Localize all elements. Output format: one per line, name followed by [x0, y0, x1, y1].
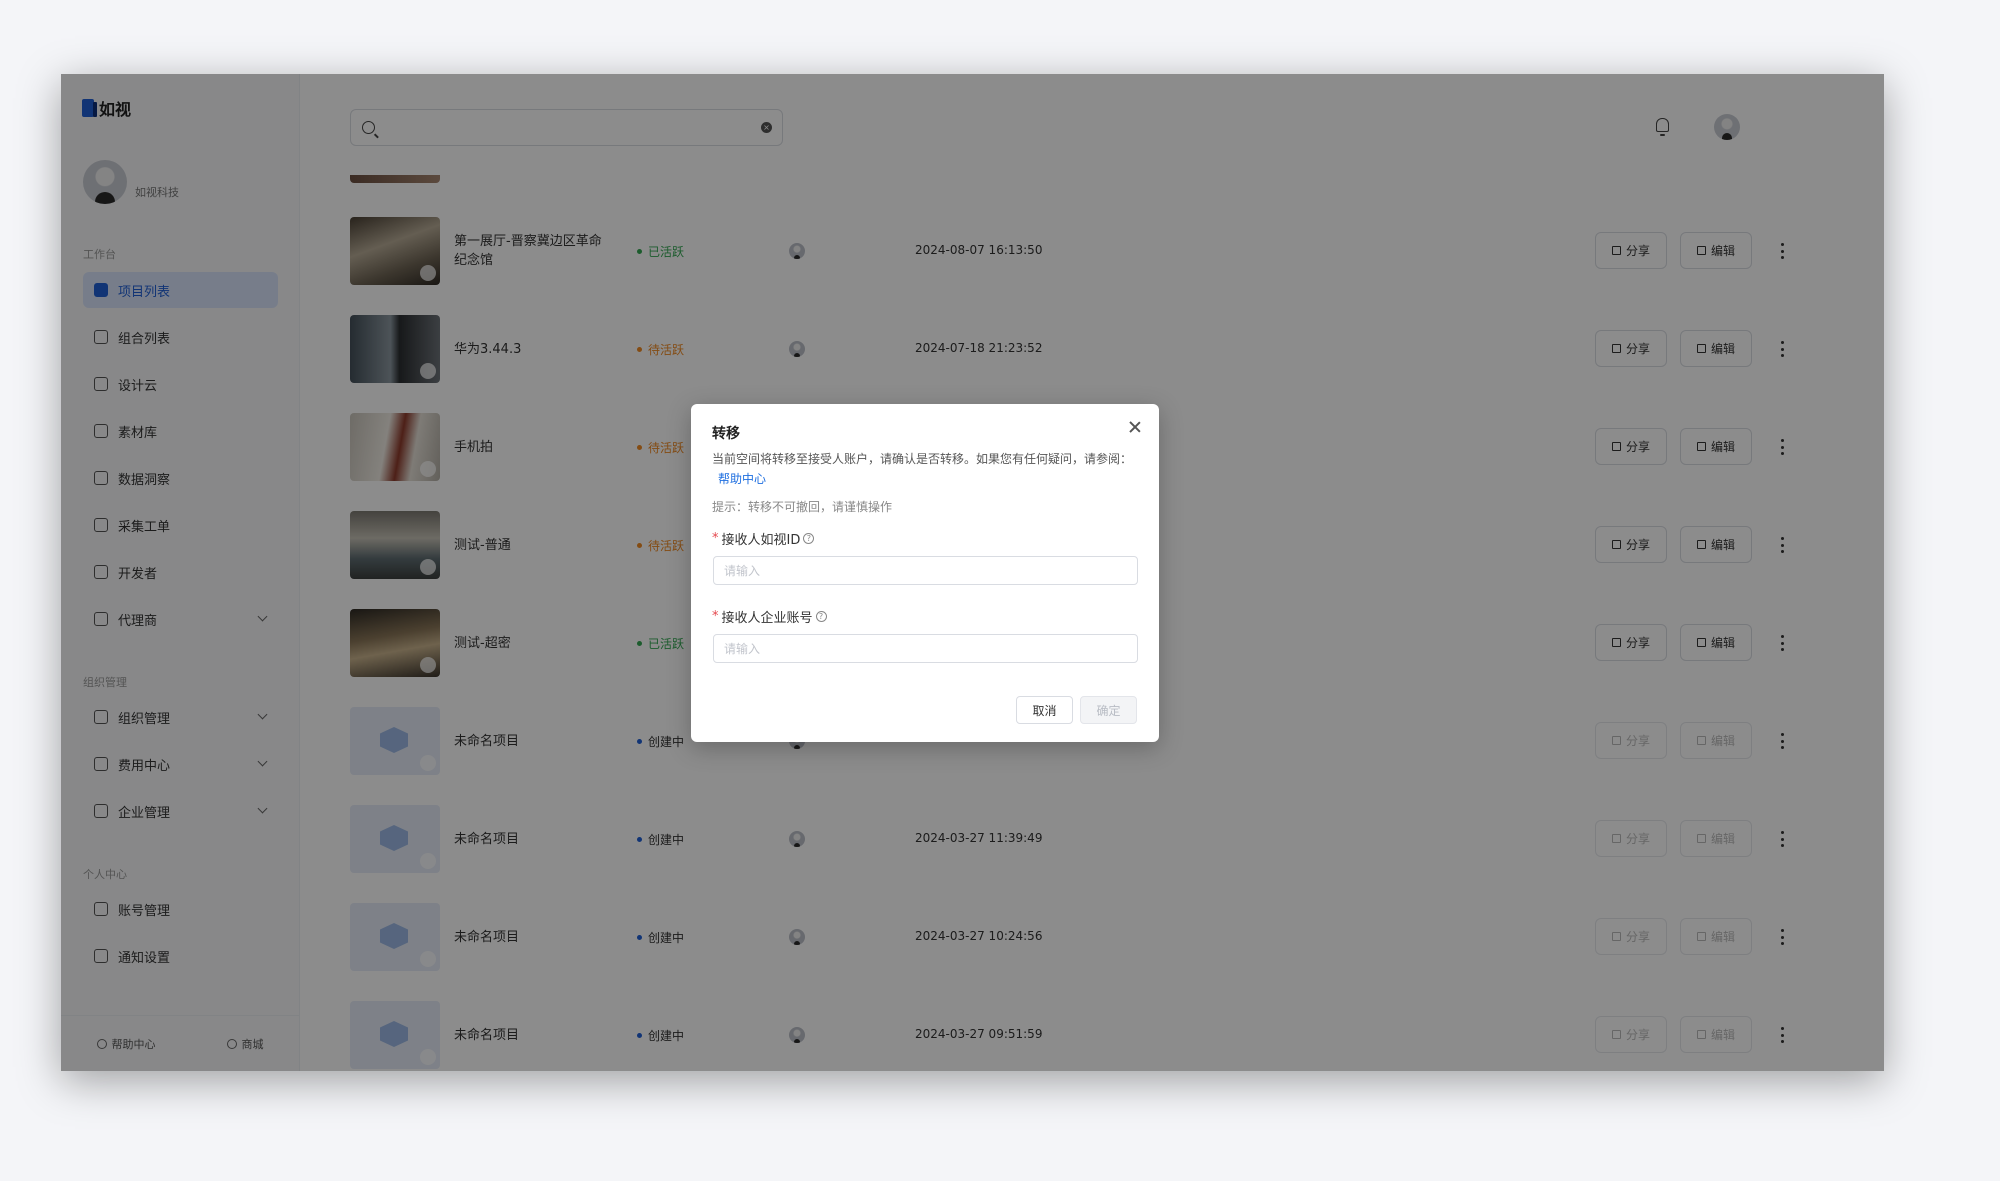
receiver-id-input[interactable]: [713, 556, 1138, 585]
receiver-id-label: * 接收人如视ID ?: [712, 529, 815, 548]
required-mark: *: [712, 531, 719, 546]
receiver-account-input[interactable]: [713, 634, 1138, 663]
required-mark: *: [712, 609, 719, 624]
close-icon[interactable]: [1128, 420, 1142, 434]
confirm-button[interactable]: 确定: [1080, 696, 1137, 724]
transfer-dialog: 转移 当前空间将转移至接受人账户，请确认是否转移。如果您有任何疑问，请参阅：帮助…: [691, 404, 1159, 742]
help-center-link[interactable]: 帮助中心: [718, 472, 766, 486]
question-icon[interactable]: ?: [803, 533, 815, 544]
dialog-description: 当前空间将转移至接受人账户，请确认是否转移。如果您有任何疑问，请参阅：帮助中心: [712, 452, 1133, 486]
dialog-tip: 提示：转移不可撤回，请谨慎操作: [712, 500, 893, 514]
cancel-button[interactable]: 取消: [1016, 696, 1073, 724]
dialog-title: 转移: [712, 426, 740, 442]
receiver-account-label: * 接收人企业账号 ?: [712, 607, 827, 626]
question-icon[interactable]: ?: [815, 611, 827, 622]
